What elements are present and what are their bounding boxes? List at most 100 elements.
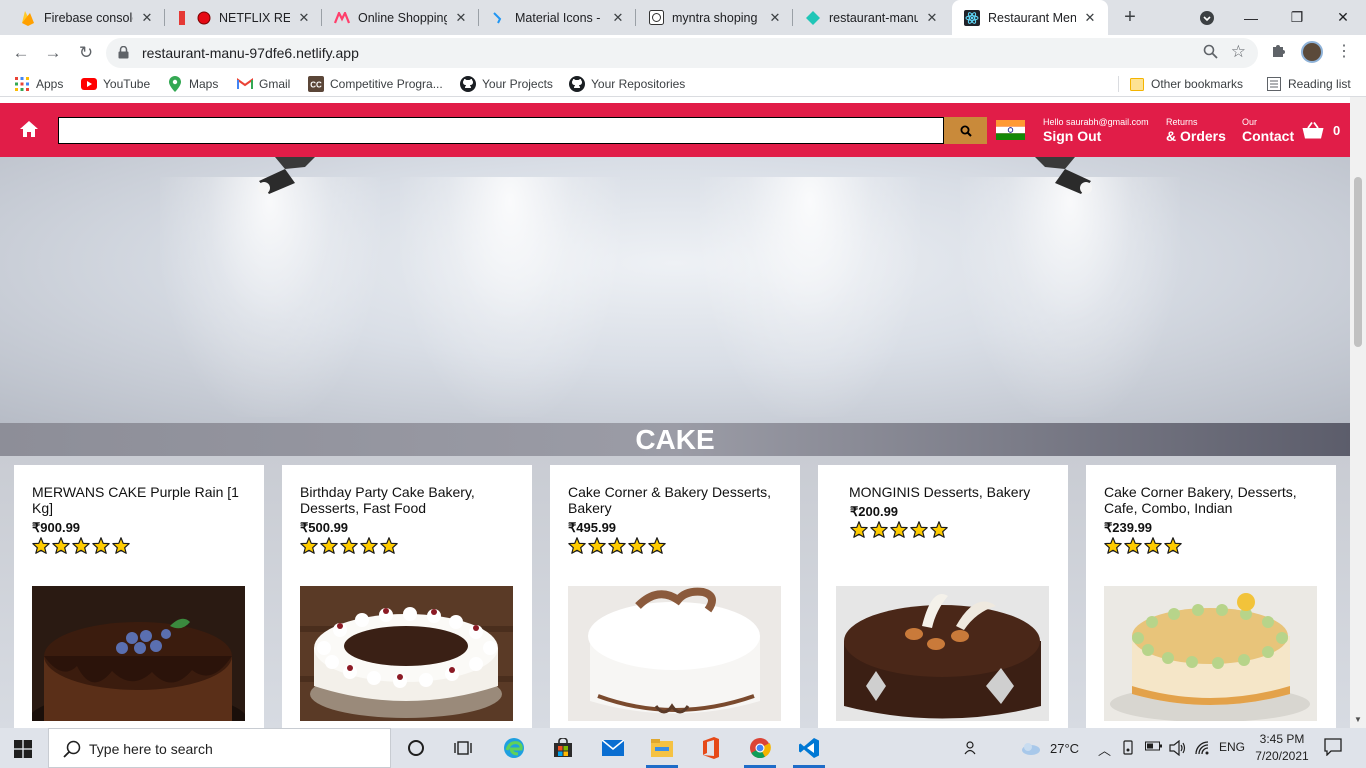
product-image[interactable] — [836, 586, 1049, 721]
extensions-icon[interactable] — [1270, 42, 1286, 62]
store-icon[interactable] — [551, 736, 575, 760]
tab-search-button[interactable] — [1184, 0, 1230, 35]
weather-temperature[interactable]: 27°C — [1050, 741, 1079, 756]
task-view-icon[interactable] — [451, 736, 475, 760]
product-name: MERWANS CAKE Purple Rain [1 Kg] — [32, 484, 239, 516]
reload-button[interactable]: ↻ — [75, 42, 97, 64]
tab-title: restaurant-manu- — [829, 10, 918, 25]
profile-avatar[interactable] — [1301, 41, 1323, 63]
wifi-icon[interactable] — [1194, 740, 1210, 759]
scrollbar-thumb[interactable] — [1354, 177, 1362, 347]
battery-icon[interactable] — [1145, 740, 1163, 755]
system-clock[interactable]: 3:45 PM 7/20/2021 — [1247, 731, 1317, 765]
back-button[interactable]: ← — [10, 42, 32, 64]
mail-icon[interactable] — [601, 736, 625, 760]
product-image[interactable] — [568, 586, 781, 721]
bookmark-star-icon[interactable]: ☆ — [1231, 42, 1246, 62]
star-icon — [340, 537, 358, 559]
lock-icon[interactable] — [118, 45, 129, 64]
close-icon[interactable]: ✕ — [767, 10, 783, 26]
maximize-button[interactable]: ❐ — [1274, 0, 1320, 35]
returns-orders-link[interactable]: Returns & Orders — [1166, 117, 1226, 144]
product-card[interactable]: Birthday Party Cake Bakery, Desserts, Fa… — [282, 465, 532, 728]
tab-firebase[interactable]: Firebase console ✕ — [8, 0, 165, 35]
url-text[interactable]: restaurant-manu-97dfe6.netlify.app — [142, 45, 359, 61]
weather-icon[interactable] — [1020, 740, 1042, 759]
tab-netflix[interactable]: NETFLIX REAC ✕ — [165, 0, 322, 35]
product-card[interactable]: Cake Corner Bakery, Desserts, Cafe, Comb… — [1086, 465, 1336, 728]
language-indicator[interactable]: ENG — [1219, 740, 1245, 754]
product-price: ₹500.99 — [300, 520, 349, 535]
home-icon[interactable] — [19, 120, 39, 143]
tab-netlify[interactable]: restaurant-manu- ✕ — [793, 0, 950, 35]
tab-codesandbox[interactable]: myntra shoping s ✕ — [636, 0, 793, 35]
bookmark-maps[interactable]: Maps — [167, 76, 218, 92]
bookmark-other[interactable]: Other bookmarks — [1129, 76, 1243, 92]
returns-big: & Orders — [1166, 128, 1226, 144]
minimize-button[interactable]: — — [1228, 0, 1274, 35]
hero-banner — [0, 157, 1350, 423]
chevron-up-icon[interactable]: ︿ — [1098, 740, 1111, 759]
product-image[interactable] — [32, 586, 245, 721]
account-signout[interactable]: Hello saurabh@gmail.com Sign Out — [1043, 117, 1149, 144]
zoom-icon[interactable] — [1203, 44, 1218, 63]
bookmark-competitive-programming[interactable]: CC Competitive Progra... — [308, 76, 443, 92]
people-icon[interactable] — [964, 740, 980, 759]
tab-material-icons[interactable]: Material Icons - N ✕ — [479, 0, 636, 35]
tab-myntra[interactable]: Online Shopping ✕ — [322, 0, 479, 35]
new-tab-button[interactable]: + — [1118, 5, 1142, 29]
bookmark-gmail[interactable]: Gmail — [237, 76, 290, 92]
volume-icon[interactable] — [1169, 739, 1187, 759]
product-card[interactable]: MONGINIS Desserts, Bakery ₹200.99 — [818, 465, 1068, 728]
office-icon[interactable] — [699, 736, 723, 760]
sign-out-link[interactable]: Sign Out — [1043, 128, 1149, 144]
tray-device-icon[interactable] — [1121, 740, 1135, 759]
product-card[interactable]: Cake Corner & Bakery Desserts, Bakery ₹4… — [550, 465, 800, 728]
star-icon — [648, 537, 666, 559]
browser-tab-strip: Firebase console ✕ NETFLIX REAC ✕ Online… — [0, 0, 1366, 35]
reading-list-button[interactable]: Reading list — [1266, 76, 1351, 92]
india-flag-icon[interactable] — [996, 120, 1025, 140]
clock-time: 3:45 PM — [1259, 732, 1305, 746]
notification-icon[interactable] — [1324, 738, 1342, 761]
windows-start-icon[interactable] — [14, 740, 32, 763]
edge-icon[interactable] — [502, 736, 526, 760]
product-image[interactable] — [300, 586, 513, 721]
cortana-icon[interactable] — [404, 736, 428, 760]
close-icon[interactable]: ✕ — [139, 10, 155, 26]
file-explorer-icon[interactable] — [650, 736, 674, 760]
cart-button[interactable]: 0 — [1302, 122, 1340, 139]
more-menu-icon[interactable]: ⋮ — [1336, 41, 1352, 61]
tab-title: Material Icons - N — [515, 10, 604, 25]
bookmark-label: Other bookmarks — [1151, 77, 1244, 91]
product-name: MONGINIS Desserts, Bakery — [849, 484, 1031, 500]
cc-icon: CC — [308, 76, 324, 92]
site-search-button[interactable] — [944, 117, 987, 144]
bookmark-your-projects[interactable]: Your Projects — [460, 76, 553, 92]
chrome-icon[interactable] — [748, 736, 772, 760]
tab-restaurant-menu[interactable]: Restaurant Menu ✕ — [952, 0, 1108, 35]
site-search-input[interactable] — [58, 117, 944, 144]
bookmark-youtube[interactable]: YouTube — [81, 76, 150, 92]
product-name: Cake Corner & Bakery Desserts, Bakery — [568, 484, 772, 516]
bookmark-your-repositories[interactable]: Your Repositories — [569, 76, 685, 92]
close-icon[interactable]: ✕ — [296, 10, 312, 26]
product-image[interactable] — [1104, 586, 1317, 721]
taskbar-search-box[interactable]: Type here to search — [48, 728, 391, 768]
bookmark-label: Apps — [36, 77, 64, 91]
address-bar[interactable]: restaurant-manu-97dfe6.netlify.app ☆ — [106, 38, 1258, 68]
star-icon — [300, 537, 318, 559]
forward-button[interactable]: → — [42, 42, 64, 64]
close-icon[interactable]: ✕ — [1082, 10, 1098, 26]
close-icon[interactable]: ✕ — [610, 10, 626, 26]
product-price: ₹239.99 — [1104, 520, 1153, 535]
close-icon[interactable]: ✕ — [924, 10, 940, 26]
close-icon[interactable]: ✕ — [453, 10, 469, 26]
close-window-button[interactable]: ✕ — [1320, 0, 1366, 35]
bookmark-apps[interactable]: Apps — [14, 76, 63, 92]
vscode-icon[interactable] — [797, 736, 821, 760]
contact-link[interactable]: Our Contact — [1242, 117, 1294, 144]
page-scrollbar[interactable]: ▼ — [1350, 97, 1366, 728]
scroll-down-arrow[interactable]: ▼ — [1354, 715, 1362, 724]
product-card[interactable]: MERWANS CAKE Purple Rain [1 Kg] ₹900.99 — [14, 465, 264, 728]
